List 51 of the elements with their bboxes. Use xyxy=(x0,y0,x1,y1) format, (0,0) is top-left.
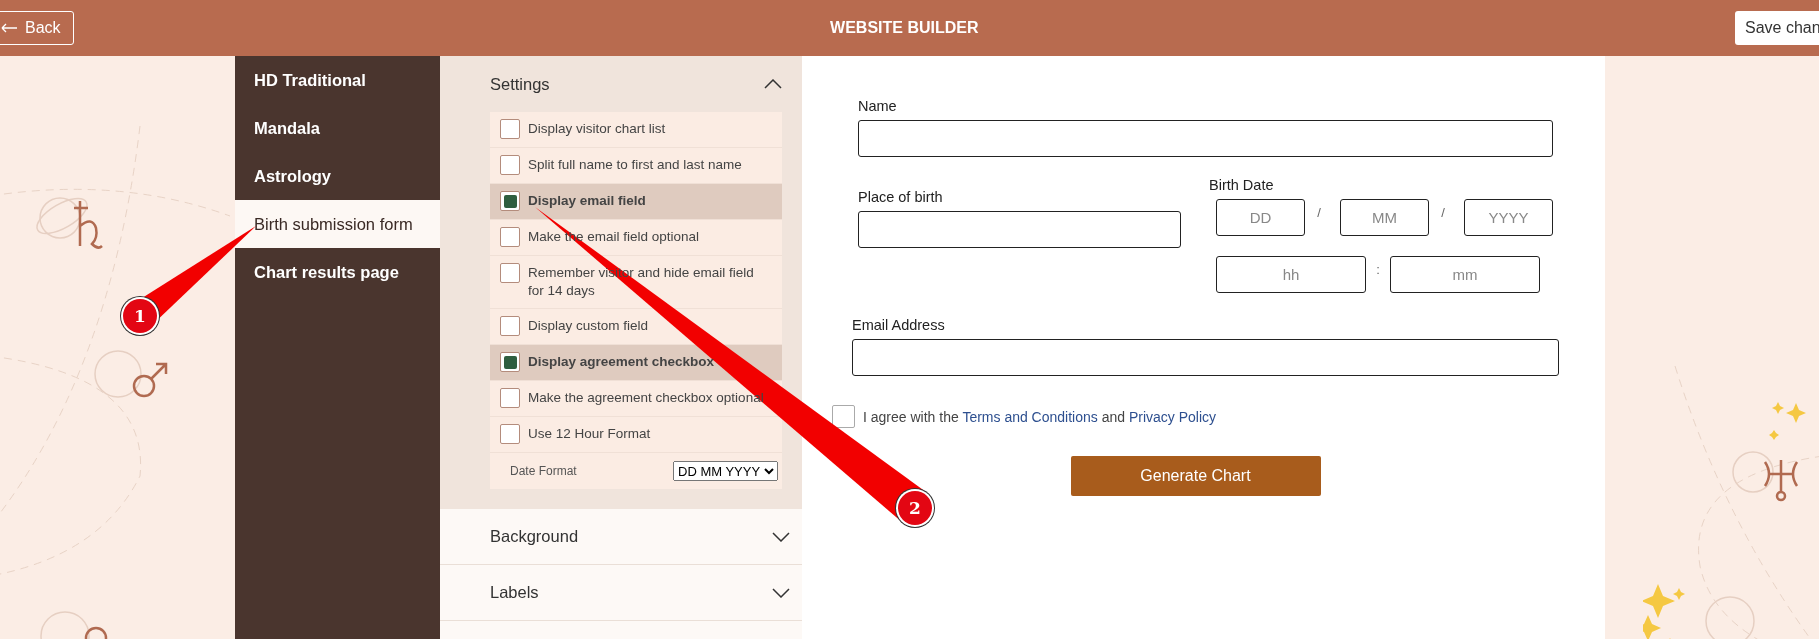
option-label: Display email field xyxy=(528,192,646,210)
step-badge: 1 xyxy=(123,299,157,333)
checkbox[interactable] xyxy=(832,405,855,428)
arrow-left-icon xyxy=(1,23,17,33)
field-label: Birth Date xyxy=(1209,177,1275,193)
date-format-label: Date Format xyxy=(510,464,577,478)
date-format-select[interactable]: DD MM YYYY xyxy=(673,461,778,481)
step-badge: 2 xyxy=(898,491,932,525)
field-label: Name xyxy=(858,98,898,114)
back-button[interactable]: Back xyxy=(0,11,74,45)
date-separator: / xyxy=(1316,205,1322,220)
time-field[interactable]: mm xyxy=(1390,256,1540,293)
date-field[interactable]: DD xyxy=(1216,199,1305,236)
link[interactable]: Terms and Conditions xyxy=(962,409,1098,425)
generate-chart-button[interactable]: Generate Chart xyxy=(1070,456,1321,496)
option-label: Display visitor chart list xyxy=(528,120,666,138)
page-title: WEBSITE BUILDER xyxy=(830,19,979,37)
sidebar-item[interactable]: HD Traditional xyxy=(235,56,440,104)
sidebar-item[interactable]: Chart results page xyxy=(235,248,440,296)
email-field[interactable] xyxy=(852,339,1559,376)
checkbox[interactable] xyxy=(500,352,520,372)
field-label: Email Address xyxy=(852,317,946,333)
date-separator: / xyxy=(1440,205,1446,220)
section-title[interactable]: Background xyxy=(490,527,579,546)
checkbox[interactable] xyxy=(500,263,520,283)
agreement-text: I agree with the Terms and Conditions and Privacy Policy xyxy=(863,409,1217,425)
time-field[interactable]: hh xyxy=(1216,256,1366,293)
date-field[interactable]: MM xyxy=(1340,199,1429,236)
sidebar-item[interactable]: Birth submission form xyxy=(235,200,440,248)
section-title[interactable]: Labels xyxy=(490,583,539,602)
sidebar-item[interactable]: Mandala xyxy=(235,104,440,152)
checkbox[interactable] xyxy=(500,388,520,408)
link[interactable]: Privacy Policy xyxy=(1128,409,1217,425)
place-field[interactable] xyxy=(858,211,1181,248)
checkbox[interactable] xyxy=(500,424,520,444)
checkbox[interactable] xyxy=(500,119,520,139)
option-label: Display custom field xyxy=(528,317,649,335)
sidebar-item[interactable]: Astrology xyxy=(235,152,440,200)
field-label: Place of birth xyxy=(858,189,944,205)
option-label: Use 12 Hour Format xyxy=(528,425,651,443)
checkbox[interactable] xyxy=(500,191,520,211)
name-field[interactable] xyxy=(858,120,1553,157)
save-button[interactable]: Save chan xyxy=(1735,11,1819,45)
date-field[interactable]: YYYY xyxy=(1464,199,1553,236)
section-title[interactable]: Settings xyxy=(490,74,550,94)
option-label: Split full name to first and last name xyxy=(528,156,742,174)
checkbox[interactable] xyxy=(500,155,520,175)
time-separator: : xyxy=(1375,262,1381,277)
checkbox[interactable] xyxy=(500,227,520,247)
option-label: Display agreement checkbox xyxy=(528,353,715,371)
checkbox[interactable] xyxy=(500,316,520,336)
